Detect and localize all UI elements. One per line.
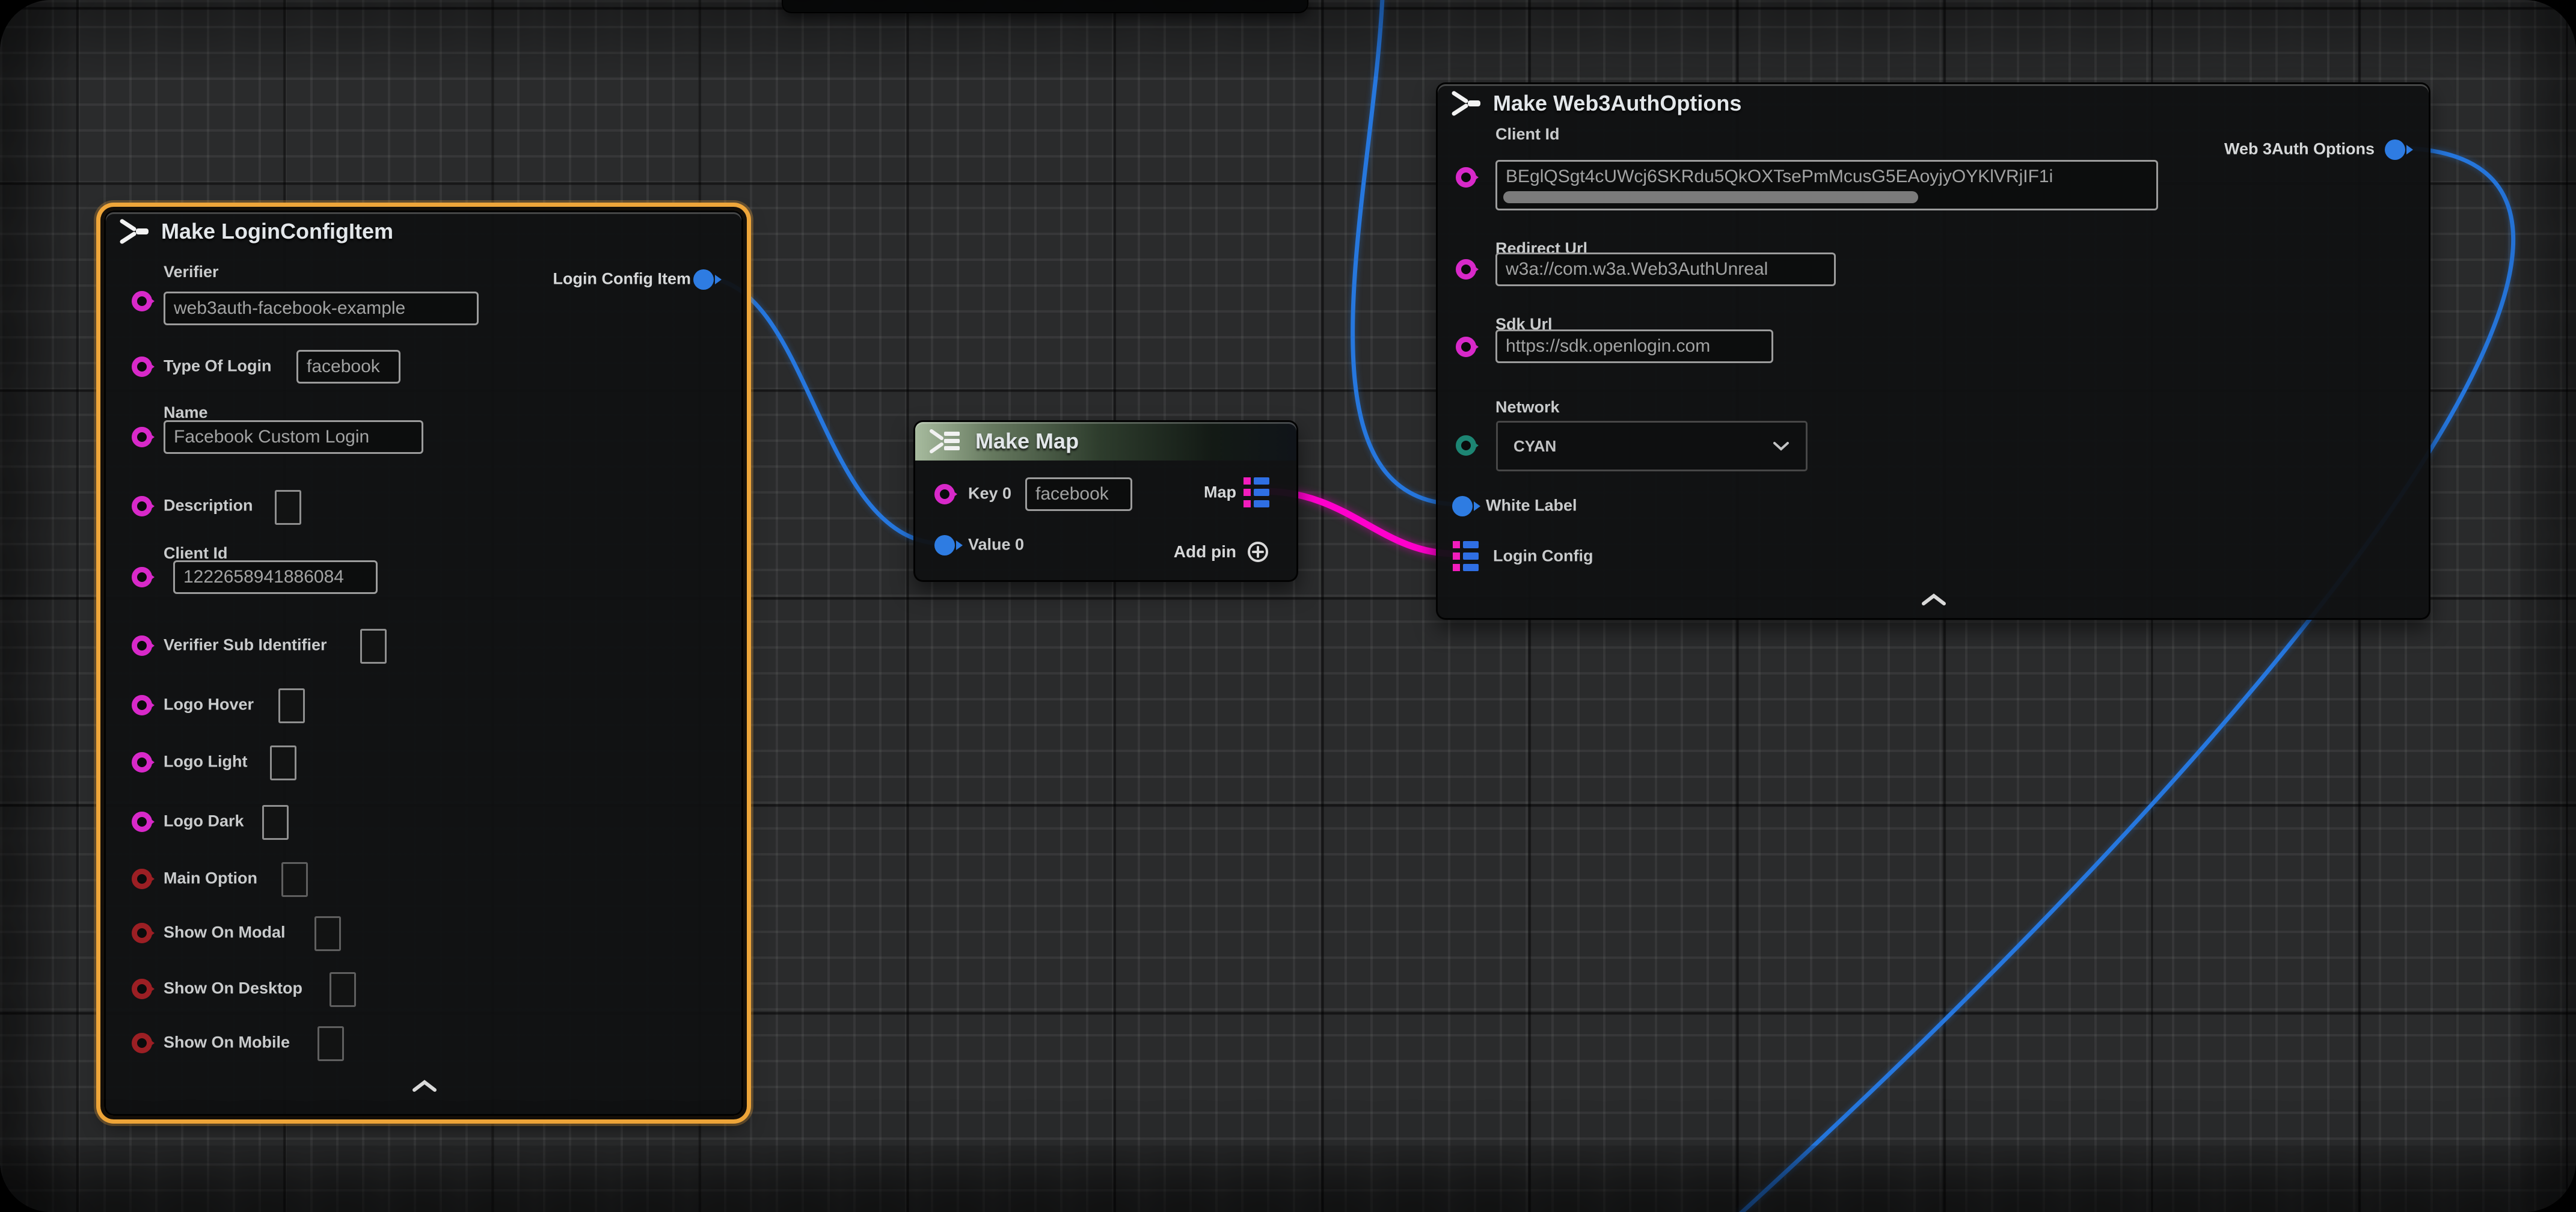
pin-name[interactable] — [132, 427, 152, 447]
pin-client-id[interactable] — [132, 567, 152, 587]
make-struct-icon — [1450, 90, 1482, 117]
pin-redirect-url[interactable] — [1456, 259, 1476, 280]
pin-verifier[interactable] — [132, 291, 152, 311]
show-on-desktop-checkbox[interactable] — [330, 972, 356, 1007]
show-on-mobile-checkbox[interactable] — [317, 1026, 344, 1061]
node-header-make-web3auth-options[interactable]: Make Web3AuthOptions — [1438, 84, 2429, 123]
pin-client-id[interactable] — [1456, 167, 1476, 188]
sdk-url-input[interactable]: https://sdk.openlogin.com — [1495, 329, 1773, 363]
pin-label-logo-dark: Logo Dark — [164, 812, 244, 830]
pin-label-logo-hover: Logo Hover — [164, 695, 254, 714]
pin-label-verifier: Verifier — [164, 263, 219, 281]
pin-white-label[interactable] — [1452, 496, 1473, 516]
node-title: Make LoginConfigItem — [161, 219, 393, 244]
node-title: Make Web3AuthOptions — [1493, 91, 1741, 116]
node-header-make-login-config-item[interactable]: Make LoginConfigItem — [106, 212, 741, 251]
client-id-scrollbar[interactable] — [1503, 191, 1918, 203]
output-label-web3auth-options: Web 3Auth Options — [2224, 139, 2375, 158]
output-label-map: Map — [1204, 483, 1236, 501]
pin-label-show-on-mobile: Show On Mobile — [164, 1033, 290, 1051]
make-struct-icon — [118, 218, 150, 245]
pin-label-name: Name — [164, 403, 208, 422]
pin-label-description: Description — [164, 496, 253, 515]
logo-light-input[interactable] — [270, 745, 296, 780]
pin-label-client-id: Client Id — [1495, 125, 1560, 144]
pin-label-main-option: Main Option — [164, 869, 257, 887]
client-id-input[interactable]: BEglQSgt4cUWcj6SKRdu5QkOXTsePmMcusG5EAoy… — [1495, 160, 2158, 210]
type-of-login-input[interactable]: facebook — [296, 350, 400, 384]
key-0-input[interactable]: facebook — [1025, 477, 1132, 511]
pin-description[interactable] — [132, 496, 152, 516]
main-option-checkbox[interactable] — [281, 862, 308, 897]
collapse-node-chevron-icon[interactable] — [1921, 593, 1947, 606]
add-pin-plus-icon — [1246, 540, 1270, 564]
pin-label-type-of-login: Type Of Login — [164, 357, 271, 375]
pin-label-logo-light: Logo Light — [164, 752, 247, 771]
network-selected-value: CYAN — [1513, 437, 1556, 456]
client-id-value: BEglQSgt4cUWcj6SKRdu5QkOXTsePmMcusG5EAoy… — [1506, 167, 2053, 187]
pin-label-white-label: White Label — [1486, 496, 1577, 515]
pin-show-on-modal[interactable] — [132, 923, 152, 943]
pin-show-on-mobile[interactable] — [132, 1033, 152, 1053]
pin-verifier-sub-identifier[interactable] — [132, 635, 152, 656]
pin-label-login-config: Login Config — [1493, 546, 1593, 565]
description-input[interactable] — [275, 490, 301, 525]
pin-show-on-desktop[interactable] — [132, 979, 152, 999]
show-on-modal-checkbox[interactable] — [314, 916, 341, 951]
pin-logo-hover[interactable] — [132, 695, 152, 715]
pin-label-key-0: Key 0 — [968, 484, 1011, 503]
pin-network[interactable] — [1456, 435, 1476, 456]
node-make-web3auth-options[interactable]: Make Web3AuthOptions Web 3Auth Options C… — [1436, 82, 2430, 620]
pin-login-config[interactable] — [1453, 541, 1479, 574]
node-header-make-map[interactable]: Make Map — [915, 422, 1296, 461]
pin-label-show-on-modal: Show On Modal — [164, 923, 286, 941]
pin-sdk-url[interactable] — [1456, 337, 1476, 357]
verifier-input[interactable]: web3auth-facebook-example — [164, 292, 479, 325]
blueprint-graph-canvas[interactable]: Make LoginConfigItem Login Config Item V… — [0, 0, 2576, 1212]
chevron-down-icon — [1772, 441, 1790, 451]
verifier-sub-identifier-input[interactable] — [360, 629, 387, 664]
pin-label-verifier-sub-identifier: Verifier Sub Identifier — [164, 635, 327, 654]
logo-dark-input[interactable] — [262, 805, 289, 840]
add-pin-label: Add pin — [1174, 542, 1236, 562]
network-dropdown[interactable]: CYAN — [1496, 421, 1808, 471]
pin-label-show-on-desktop: Show On Desktop — [164, 979, 302, 997]
pin-key-0[interactable] — [934, 484, 955, 504]
pin-value-0[interactable] — [934, 535, 955, 556]
pin-label-network: Network — [1495, 398, 1560, 417]
collapse-node-chevron-icon[interactable] — [411, 1079, 438, 1092]
pin-map-output[interactable] — [1244, 477, 1270, 510]
output-label-login-config-item: Login Config Item — [553, 269, 691, 288]
pin-logo-dark[interactable] — [132, 812, 152, 832]
node-title: Make Map — [975, 429, 1079, 454]
pin-logo-light[interactable] — [132, 752, 152, 773]
pin-type-of-login[interactable] — [132, 357, 152, 377]
pin-web3auth-options-output[interactable] — [2385, 139, 2405, 160]
node-make-login-config-item[interactable]: Make LoginConfigItem Login Config Item V… — [104, 210, 743, 1116]
redirect-url-input[interactable]: w3a://com.w3a.Web3AuthUnreal — [1495, 252, 1836, 286]
pin-main-option[interactable] — [132, 869, 152, 889]
client-id-input[interactable]: 1222658941886084 — [173, 560, 378, 594]
make-map-icon — [927, 428, 964, 454]
pin-label-value-0: Value 0 — [968, 535, 1024, 554]
logo-hover-input[interactable] — [278, 688, 305, 723]
add-pin-button[interactable]: Add pin — [1174, 540, 1270, 564]
node-make-map[interactable]: Make Map Key 0 facebook Map Value 0 Add … — [913, 420, 1298, 582]
name-input[interactable]: Facebook Custom Login — [164, 420, 423, 454]
pin-login-config-item-output[interactable] — [693, 269, 714, 290]
